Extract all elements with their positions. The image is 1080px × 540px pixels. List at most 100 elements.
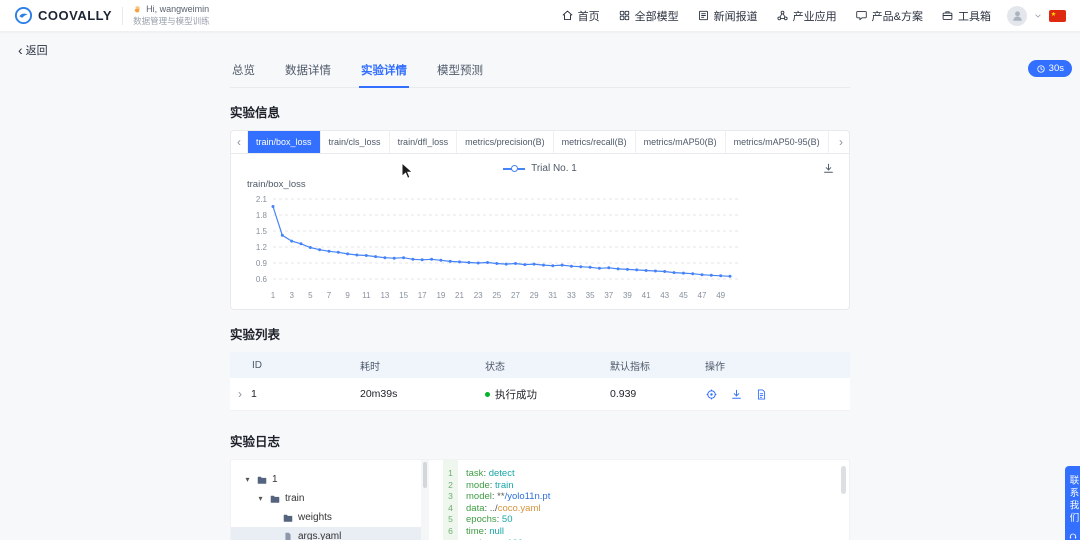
coovally-logo[interactable]: COOVALLY (14, 6, 112, 25)
row-actions (705, 388, 850, 401)
greeting-subtitle: 数据管理与模型训练 (133, 16, 210, 26)
svg-text:3: 3 (289, 291, 294, 300)
line-number: 5 (448, 514, 453, 525)
log-code-viewer: 123456789 task: detectmode: trainmodel: … (443, 460, 849, 540)
code-scrollbar[interactable] (841, 466, 846, 494)
news-icon (698, 10, 708, 21)
svg-text:35: 35 (586, 291, 595, 300)
caret-down-icon[interactable]: ▾ (256, 494, 265, 503)
code-line-numbers: 123456789 (443, 460, 458, 540)
metric-tab[interactable]: train/cls_loss (319, 131, 389, 153)
headset-icon (1069, 533, 1076, 539)
folder-icon (283, 514, 293, 522)
download-icon[interactable] (730, 388, 743, 401)
language-flag-icon[interactable] (1049, 9, 1066, 22)
column-header: ID (252, 359, 262, 371)
tree-scrollbar[interactable] (421, 460, 429, 540)
back-button[interactable]: ‹ 返回 (18, 42, 48, 58)
metric-tab[interactable]: train/box_loss (247, 131, 320, 153)
metric-tab[interactable]: train/dfl_loss (388, 131, 457, 153)
loss-line-chart[interactable]: 0.60.91.21.51.82.11 3 5 7 9 11 13 15 17 19 21 23 25 2… (243, 191, 833, 303)
nav-item[interactable]: 全部模型 (618, 8, 679, 24)
experiment-table: ID 耗时 状态 默认指标 操作 › 1 20m39s 执行成功 0.939 (230, 352, 850, 411)
svg-text:0.9: 0.9 (256, 259, 268, 268)
svg-text:49: 49 (716, 291, 725, 300)
target-icon[interactable] (705, 388, 718, 401)
metric-tabs-bar: ‹ train/box_loss train/cls_loss train/dfl_… (231, 131, 849, 154)
content-column: 总览 数据详情 实验详情 模型预测 实验信息 ‹ train/box_loss trai… (230, 32, 850, 540)
column-header: 耗时 (360, 361, 380, 373)
download-chart-icon[interactable] (822, 162, 835, 175)
folder-icon (270, 495, 280, 503)
nav-item[interactable]: 产业应用 (776, 8, 837, 24)
svg-text:25: 25 (492, 291, 501, 300)
svg-text:23: 23 (474, 291, 483, 300)
svg-text:13: 13 (380, 291, 389, 300)
metric-tab[interactable]: metrics/mAP50-95(B) (724, 131, 828, 153)
svg-text:1: 1 (271, 291, 276, 300)
table-body: › 1 20m39s 执行成功 0.939 (230, 378, 850, 411)
page-tab[interactable]: 总览 (230, 56, 257, 87)
svg-text:19: 19 (436, 291, 445, 300)
code-line: epochs: 50 (466, 514, 513, 526)
nav-item[interactable]: 产品&方案 (855, 8, 923, 24)
clock-icon (1037, 64, 1045, 73)
code-line: data: ../coco.yaml (466, 502, 541, 514)
svg-text:41: 41 (642, 291, 651, 300)
legend-label[interactable]: Trial No. 1 (531, 163, 577, 174)
timer-badge[interactable]: 30s (1027, 60, 1072, 77)
column-header: 状态 (485, 361, 505, 373)
metric-tab[interactable]: metrics/precision(B) (456, 131, 553, 153)
tree-item[interactable]: ▾ 1 (231, 470, 421, 489)
nav-item[interactable]: 工具箱 (941, 8, 991, 24)
line-number: 4 (448, 502, 453, 513)
divider (122, 6, 124, 25)
home-icon (562, 10, 573, 21)
metric-tab[interactable]: metrics/mAP50(B) (634, 131, 725, 153)
solutions-icon (855, 11, 867, 21)
nav-item[interactable]: 新闻报道 (697, 8, 758, 24)
status-dot (485, 391, 490, 397)
toolbox-icon (942, 11, 953, 20)
code-line: model: **/yolo11n.pt (466, 491, 551, 503)
tree-item-name: train (285, 493, 305, 504)
section-title-experiment-list: 实验列表 (230, 328, 281, 342)
chart-title: train/box_loss (247, 179, 306, 190)
chevron-down-icon[interactable] (1033, 11, 1043, 21)
document-icon[interactable] (755, 388, 768, 401)
metric-tabs-scroll-left[interactable]: ‹ (231, 131, 247, 153)
code-line: time: null (466, 525, 505, 537)
svg-text:9: 9 (345, 291, 350, 300)
code-line: mode: train (466, 479, 514, 491)
greeting-block: Hi, wangweimin 数据管理与模型训练 (133, 4, 210, 27)
experiment-logs-card: ▾ 1 ▾ train weights args.yaml labels_cor… (230, 459, 850, 540)
svg-text:29: 29 (530, 291, 539, 300)
page-tab[interactable]: 实验详情 (359, 56, 409, 88)
chart-legend-row: Trial No. 1 (231, 154, 849, 176)
tree-item[interactable]: args.yaml (231, 527, 421, 540)
expand-row-icon[interactable]: › (238, 387, 242, 401)
tree-item[interactable]: weights (231, 508, 421, 527)
svg-text:39: 39 (623, 291, 632, 300)
column-header: 默认指标 (610, 361, 650, 373)
row-status: 执行成功 (485, 387, 610, 402)
page-tab[interactable]: 数据详情 (283, 56, 333, 87)
navbar: COOVALLY Hi, wangweimin 数据管理与模型训练 首页 全部模型… (0, 0, 1080, 32)
column-header: 操作 (705, 361, 725, 373)
svg-text:1.8: 1.8 (256, 211, 268, 220)
metric-tab[interactable]: metrics/recall(B) (552, 131, 635, 153)
tree-item[interactable]: ▾ train (231, 489, 421, 508)
caret-down-icon[interactable]: ▾ (243, 475, 252, 484)
folder-icon (257, 476, 267, 484)
tree-item-name: 1 (272, 474, 278, 485)
nav-menu: 首页 全部模型 新闻报道 产业应用 产品&方案 工具箱 (561, 8, 991, 24)
contact-us-tab[interactable]: 联系我们 (1065, 466, 1080, 540)
svg-text:5: 5 (308, 291, 313, 300)
avatar[interactable] (1007, 5, 1027, 26)
nav-item[interactable]: 首页 (561, 8, 600, 24)
metric-tabs-scroll-right[interactable]: › (833, 131, 849, 153)
coovally-logo-icon (14, 6, 33, 25)
logo-text: COOVALLY (38, 8, 113, 23)
page-tab[interactable]: 模型预测 (435, 56, 485, 87)
svg-text:31: 31 (548, 291, 557, 300)
